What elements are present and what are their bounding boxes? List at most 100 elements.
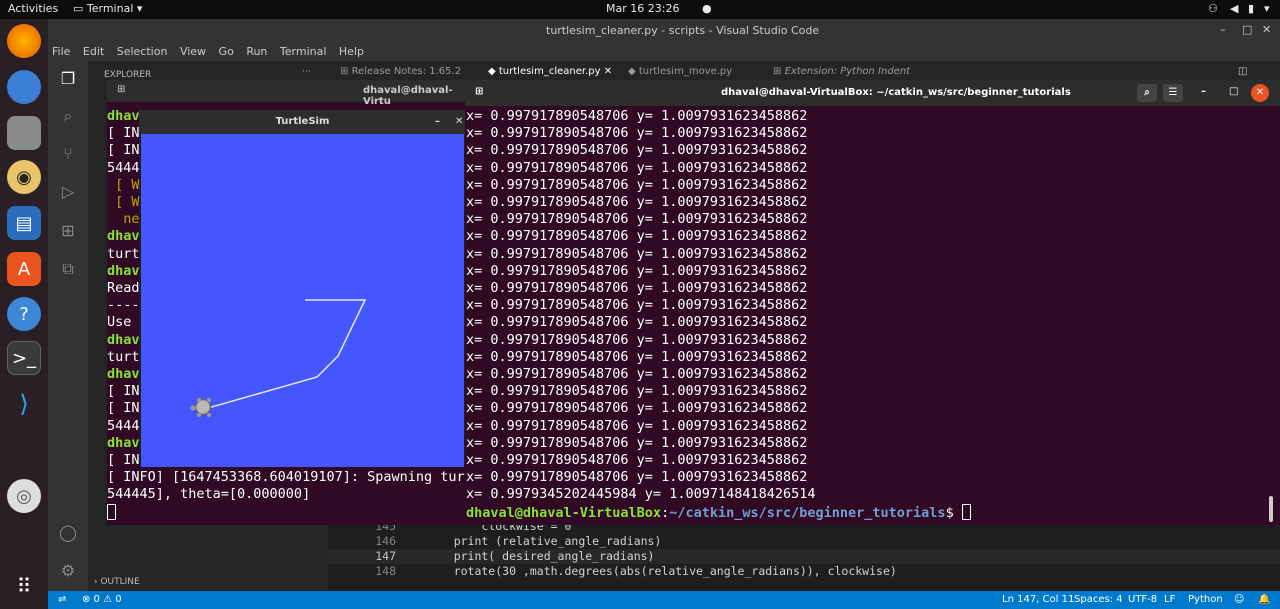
terminal-line: x= 0.997917890548706 y= 1.00979316234588… (466, 228, 808, 245)
explorer-icon[interactable]: ❐ (57, 69, 79, 91)
outline-section[interactable]: › OUTLINE (94, 577, 140, 587)
search-icon[interactable]: ⌕ (57, 106, 79, 128)
menu-view[interactable]: View (180, 45, 206, 58)
line-text: print (relative_angle_radians) (426, 534, 662, 548)
encoding[interactable]: UTF-8 (1128, 594, 1157, 605)
network-icon[interactable]: ⚇ (1208, 2, 1218, 15)
close-icon[interactable]: ✕ (1262, 23, 1271, 36)
turtlesim-window: TurtleSim – ✕ (139, 110, 466, 467)
code-editor[interactable]: 145 clockwise = 0 146 print (relative_ang… (328, 519, 1280, 591)
new-tab-icon[interactable]: ⊞ (117, 84, 125, 95)
thunderbird-icon[interactable] (7, 70, 41, 104)
search-icon[interactable]: ⌕ (1137, 84, 1157, 102)
close-icon[interactable]: ✕ (1251, 84, 1269, 102)
vscode-menu-bar: File Edit Selection View Go Run Terminal… (48, 43, 1280, 61)
disc-icon[interactable]: ◎ (7, 479, 41, 513)
terminal-icon[interactable]: >_ (7, 341, 41, 375)
menu-file[interactable]: File (52, 45, 70, 58)
remote-icon[interactable]: ⇌ (58, 594, 66, 605)
software-center-icon[interactable]: A (7, 252, 41, 286)
system-menu-icon[interactable]: ▾ (1264, 2, 1270, 15)
menu-run[interactable]: Run (246, 45, 267, 58)
maximize-icon[interactable]: □ (1242, 23, 1252, 36)
terminal-line: x= 0.997917890548706 y= 1.00979316234588… (466, 434, 808, 451)
terminal-right-title-bar: ⊞ dhaval@dhaval-VirtualBox: ~/catkin_ws/… (465, 80, 1280, 106)
cursor-position[interactable]: Ln 147, Col 11 (1002, 594, 1074, 605)
writer-icon[interactable]: ▤ (7, 206, 41, 240)
remote-explorer-icon[interactable]: ⧉ (57, 259, 79, 281)
rhythmbox-icon[interactable]: ◉ (7, 160, 41, 194)
terminal-line: x= 0.997917890548706 y= 1.00979316234588… (466, 348, 808, 365)
minimize-icon[interactable]: – (1220, 23, 1226, 36)
show-apps-icon[interactable]: ⠿ (7, 569, 41, 603)
clock[interactable]: Mar 16 23:26 (606, 2, 679, 15)
terminal-line: x= 0.997917890548706 y= 1.00979316234588… (466, 400, 808, 417)
indentation[interactable]: Spaces: 4 (1074, 594, 1123, 605)
menu-edit[interactable]: Edit (83, 45, 104, 58)
eol[interactable]: LF (1164, 594, 1175, 605)
terminal-line: x= 0.997917890548706 y= 1.00979316234588… (466, 383, 808, 400)
terminal-line: x= 0.997917890548706 y= 1.00979316234588… (466, 176, 808, 193)
tab-turtlesim-move[interactable]: ◆ turtlesim_move.py (628, 66, 732, 77)
turtlesim-close-icon[interactable]: ✕ (455, 110, 463, 134)
notification-dot-icon: ● (702, 2, 712, 15)
terminal-line: x= 0.997917890548706 y= 1.00979316234588… (466, 314, 808, 331)
terminal-scrollbar[interactable] (1269, 496, 1273, 522)
window-title: turtlesim_cleaner.py - scripts - Visual … (546, 24, 820, 37)
terminal-line: x= 0.997917890548706 y= 1.00979316234588… (466, 142, 808, 159)
split-editor-icon[interactable]: ◫ (1238, 66, 1247, 77)
run-debug-icon[interactable]: ▷ (57, 182, 79, 204)
activity-bar: ❐ ⌕ ⑂ ▷ ⊞ ⧉ ◯ ⚙ (48, 61, 88, 591)
turtlesim-canvas[interactable] (141, 134, 464, 467)
menu-selection[interactable]: Selection (117, 45, 168, 58)
status-bar: ⇌ ⊗ 0 ⚠ 0 Ln 147, Col 11 Spaces: 4 UTF-8… (48, 591, 1280, 609)
minimize-icon[interactable]: – (1201, 86, 1206, 97)
terminal-line: x= 0.997917890548706 y= 1.00979316234588… (466, 194, 808, 211)
terminal-left-title-bar: ⊞ dhaval@dhaval-Virtu (107, 80, 477, 107)
volume-icon[interactable]: ◀ (1230, 2, 1238, 15)
hamburger-menu-icon[interactable]: ☰ (1163, 84, 1183, 102)
line-text: print( desired_angle_radians) (426, 549, 655, 563)
terminal-line: x= 0.9979345202445984 y= 1.0097148418426… (466, 486, 816, 503)
explorer-more-icon[interactable]: ··· (302, 67, 311, 77)
terminal-prompt[interactable]: dhaval@dhaval-VirtualBox:~/catkin_ws/src… (466, 503, 1266, 522)
maximize-icon[interactable]: □ (1229, 86, 1238, 97)
new-tab-icon[interactable]: ⊞ (475, 86, 483, 97)
firefox-icon[interactable] (7, 24, 41, 58)
extensions-icon[interactable]: ⊞ (57, 221, 79, 243)
help-icon[interactable]: ? (7, 297, 41, 331)
activities-button[interactable]: Activities (8, 2, 58, 15)
terminal-line: x= 0.997917890548706 y= 1.00979316234588… (466, 280, 808, 297)
menu-go[interactable]: Go (219, 45, 234, 58)
code-line[interactable]: 147 print( desired_angle_radians) (328, 549, 1280, 564)
code-line[interactable]: 146 print (relative_angle_radians) (328, 534, 1280, 549)
language-mode[interactable]: Python (1188, 594, 1223, 605)
terminal-line: x= 0.997917890548706 y= 1.00979316234588… (466, 245, 808, 262)
accounts-icon[interactable]: ◯ (57, 523, 79, 545)
menu-help[interactable]: Help (339, 45, 364, 58)
code-line[interactable]: 148 rotate(30 ,math.degrees(abs(relative… (328, 564, 1280, 579)
terminal-line: x= 0.997917890548706 y= 1.00979316234588… (466, 469, 808, 486)
battery-icon[interactable]: ▮ (1248, 2, 1254, 15)
turtlesim-minimize-icon[interactable]: – (435, 110, 440, 134)
terminal-line: x= 0.997917890548706 y= 1.00979316234588… (466, 211, 808, 228)
terminal-line: x= 0.997917890548706 y= 1.00979316234588… (466, 452, 808, 469)
tab-release-notes[interactable]: ⊞ Release Notes: 1.65.2 (340, 66, 461, 77)
tab-extension-python-indent[interactable]: ⊞ Extension: Python Indent (773, 66, 910, 77)
files-icon[interactable] (7, 116, 41, 150)
tab-turtlesim-cleaner[interactable]: ◆ turtlesim_cleaner.py ✕ (488, 66, 612, 77)
settings-gear-icon[interactable]: ⚙ (57, 561, 79, 583)
menu-terminal[interactable]: Terminal (280, 45, 327, 58)
gnome-top-bar: Activities ▭ Terminal ▾ Mar 16 23:26 ● ⚇… (0, 0, 1280, 19)
terminal-window-right[interactable]: ⊞ dhaval@dhaval-VirtualBox: ~/catkin_ws/… (465, 80, 1280, 525)
explorer-label: EXPLORER (104, 70, 152, 80)
vscode-icon[interactable]: ⟩ (7, 387, 41, 421)
feedback-icon[interactable]: ☺ (1234, 594, 1244, 605)
terminal-right-title: dhaval@dhaval-VirtualBox: ~/catkin_ws/sr… (721, 87, 1071, 98)
notifications-icon[interactable]: 🔔 (1258, 594, 1270, 605)
source-control-icon[interactable]: ⑂ (57, 144, 79, 166)
terminal-app-menu[interactable]: ▭ Terminal ▾ (73, 2, 142, 15)
problems-indicator[interactable]: ⊗ 0 ⚠ 0 (82, 594, 122, 605)
terminal-right-output[interactable]: x= 0.997917890548706 y= 1.00979316234588… (466, 108, 1266, 522)
terminal-line: 544445], theta=[0.000000] (107, 486, 311, 503)
